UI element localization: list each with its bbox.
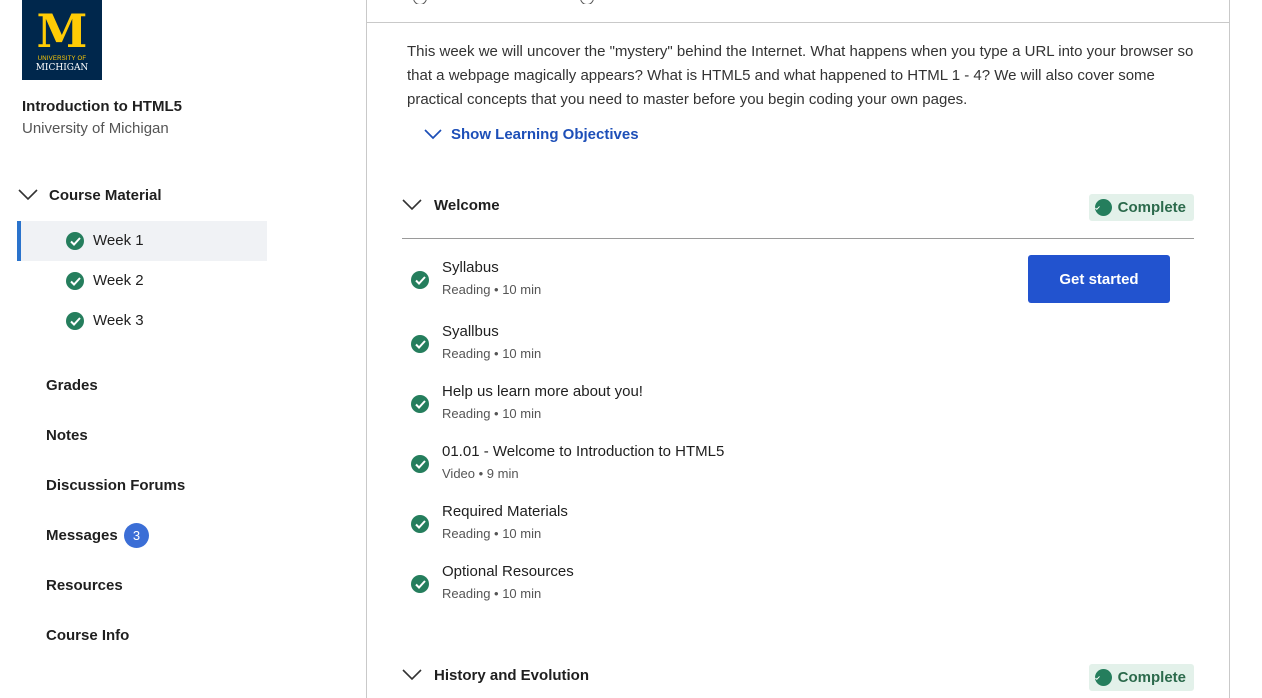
messages-count-badge: 3 [124,523,149,548]
item-meta: Reading • 10 min [442,406,542,421]
list-item[interactable]: 01.01 - Welcome to Introduction to HTML5… [410,443,1010,489]
clock-icon [580,0,594,4]
clock-icon [413,0,427,4]
course-material-label: Course Material [49,186,162,204]
show-learning-objectives-link[interactable]: Show Learning Objectives [424,126,639,143]
item-title: Help us learn more about you! [442,383,643,400]
week-label: Week 3 [93,312,144,329]
list-item[interactable]: Required Materials Reading • 10 min [410,503,1010,549]
check-circle-icon [1094,199,1112,216]
sidebar-item-week-2[interactable]: Week 2 [17,261,267,301]
week-label: Week 1 [93,232,144,249]
panel-divider [367,22,1229,23]
section-divider [402,238,1194,239]
item-meta: Reading • 10 min [442,282,542,297]
item-title: Required Materials [442,503,568,520]
show-learning-objectives-label: Show Learning Objectives [451,126,639,143]
cut-off-header-row [408,0,968,4]
check-circle-icon [411,455,429,473]
sidebar-item-messages[interactable]: Messages [46,527,118,544]
chevron-down-icon [18,189,38,201]
sidebar-item-week-3[interactable]: Week 3 [17,301,267,341]
check-circle-icon [66,232,84,250]
logo-line-2: MICHIGAN [35,63,89,73]
item-title: Optional Resources [442,563,574,580]
check-circle-icon [66,272,84,290]
course-material-toggle[interactable]: Course Material [18,184,162,206]
check-circle-icon [411,271,429,289]
chevron-down-icon [424,129,442,140]
section-title: Welcome [434,196,500,214]
sidebar-item-course-info[interactable]: Course Info [46,627,129,644]
university-logo: M UNIVERSITY OF MICHIGAN [22,0,102,80]
section-history-toggle[interactable]: History and Evolution Complete [402,660,1194,691]
get-started-button[interactable]: Get started [1028,255,1170,303]
sidebar-item-notes[interactable]: Notes [46,427,88,444]
week-label: Week 2 [93,272,144,289]
section-title: History and Evolution [434,666,590,684]
item-title: 01.01 - Welcome to Introduction to HTML5 [442,443,725,460]
list-item[interactable]: Help us learn more about you! Reading • … [410,383,1010,429]
sidebar-item-grades[interactable]: Grades [46,377,98,394]
logo-line-1: UNIVERSITY OF [37,56,87,62]
list-item[interactable]: Syallbus Reading • 10 min [410,323,1010,369]
item-title: Syllabus [442,259,499,276]
section-welcome-toggle[interactable]: Welcome Complete [402,190,1194,221]
status-label: Complete [1117,199,1186,216]
week-description: This week we will uncover the "mystery" … [407,43,1194,108]
check-circle-icon [66,312,84,330]
check-circle-icon [411,335,429,353]
chevron-down-icon [402,199,422,211]
status-badge: Complete [1088,194,1194,221]
check-circle-icon [411,395,429,413]
list-item[interactable]: Optional Resources Reading • 10 min [410,563,1010,609]
item-meta: Reading • 10 min [442,586,542,601]
item-title: Syallbus [442,323,499,340]
logo-letter: M [36,4,88,58]
check-circle-icon [411,575,429,593]
item-meta: Reading • 10 min [442,526,542,541]
check-circle-icon [411,515,429,533]
sidebar-item-resources[interactable]: Resources [46,577,123,594]
chevron-down-icon [402,669,422,681]
item-meta: Video • 9 min [442,466,519,481]
sidebar-item-discussion-forums[interactable]: Discussion Forums [46,477,185,494]
course-org: University of Michigan [22,120,169,137]
item-meta: Reading • 10 min [442,346,542,361]
course-title: Introduction to HTML5 [22,98,182,115]
list-item[interactable]: Syllabus Reading • 10 min [410,259,1010,305]
sidebar-item-week-1[interactable]: Week 1 [17,221,267,261]
